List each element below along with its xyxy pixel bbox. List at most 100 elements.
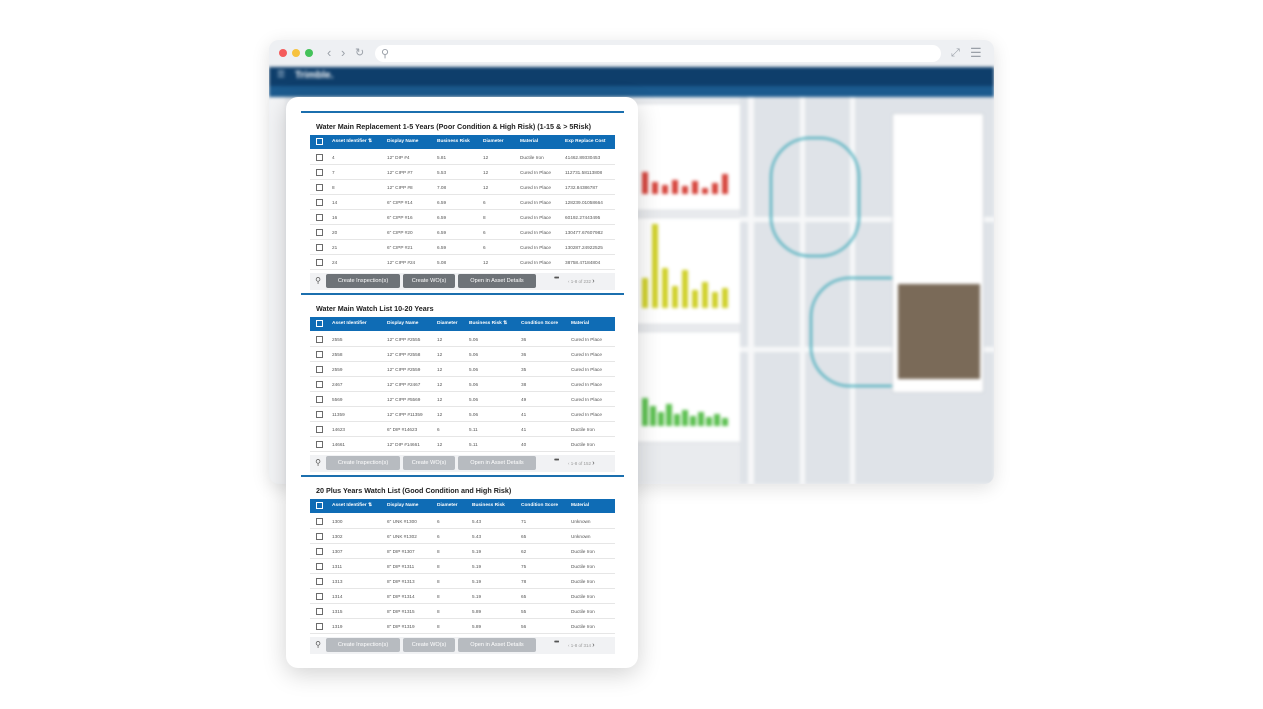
row-checkbox[interactable] — [316, 154, 323, 161]
reload-icon[interactable]: ↻ — [355, 45, 364, 61]
create-inspections-button[interactable]: Create Inspection(s) — [326, 456, 400, 470]
table-row[interactable]: 1300 6" UNK #1300 6 5.43 71 Unknown — [310, 514, 615, 529]
table-row[interactable]: 21 6" CIPP #21 6.59 6 Cured In Place 130287.2… — [310, 240, 615, 255]
row-checkbox[interactable] — [316, 259, 323, 266]
column-header-diameter[interactable]: Diameter — [483, 135, 504, 149]
menu-icon[interactable]: ☰ — [970, 45, 982, 61]
chevron-right-icon[interactable]: › — [592, 460, 594, 467]
open-in-asset-details-button[interactable]: Open in Asset Details — [458, 456, 536, 470]
search-icon[interactable]: ⚲ — [312, 275, 324, 287]
row-checkbox[interactable] — [316, 244, 323, 251]
expand-icon[interactable]: ⤢ — [951, 45, 960, 61]
column-header-exp-replace-cost[interactable]: Exp Replace Cost — [565, 135, 606, 149]
create-wos-button[interactable]: Create WO(s) — [403, 456, 455, 470]
table-row[interactable]: 16 6" CIPP #16 6.59 8 Cured In Place 60192.27… — [310, 210, 615, 225]
row-checkbox[interactable] — [316, 441, 323, 448]
hamburger-icon[interactable]: ☰ — [277, 69, 285, 80]
row-checkbox[interactable] — [316, 214, 323, 221]
table-row[interactable]: 1314 8" DIP #1314 8 5.19 65 Ductile Iron — [310, 589, 615, 604]
more-options-icon[interactable]: ••• — [554, 457, 559, 464]
row-checkbox[interactable] — [316, 381, 323, 388]
table-row[interactable]: 4 12" DIP #4 5.81 12 Ductile Iron 41462.89330… — [310, 150, 615, 165]
row-checkbox[interactable] — [316, 518, 323, 525]
forward-icon[interactable]: › — [341, 45, 345, 61]
table-row[interactable]: 8 12" CIPP #8 7.08 12 Cured In Place 1732.843… — [310, 180, 615, 195]
address-bar[interactable]: ⚲ — [375, 45, 941, 62]
column-header-display-name[interactable]: Display Name — [387, 135, 418, 149]
open-in-asset-details-button[interactable]: Open in Asset Details — [458, 274, 536, 288]
row-checkbox[interactable] — [316, 169, 323, 176]
create-wos-button[interactable]: Create WO(s) — [403, 638, 455, 652]
table-row[interactable]: 2559 12" CIPP #2559 12 5.06 35 Cured In Place — [310, 362, 615, 377]
table-row[interactable]: 2555 12" CIPP #2555 12 5.06 36 Cured In Place — [310, 332, 615, 347]
table-row[interactable]: 1319 8" DIP #1319 8 5.89 56 Ductile Iron — [310, 619, 615, 634]
table-row[interactable]: 14623 6" DIP #14623 6 5.11 41 Ductile Iron — [310, 422, 615, 437]
table-row[interactable]: 7 12" CIPP #7 5.53 12 Cured In Place 112731.5… — [310, 165, 615, 180]
column-header-condition-score[interactable]: Condition Score — [521, 499, 558, 513]
row-checkbox[interactable] — [316, 563, 323, 570]
row-checkbox[interactable] — [316, 366, 323, 373]
column-header-material[interactable]: Material — [520, 135, 538, 149]
table-row[interactable]: 24 12" CIPP #24 5.08 12 Cured In Place 38758.… — [310, 255, 615, 270]
table-row[interactable]: 1315 8" DIP #1315 8 5.89 55 Ductile Iron — [310, 604, 615, 619]
row-checkbox[interactable] — [316, 336, 323, 343]
column-header-display-name[interactable]: Display Name — [387, 499, 418, 513]
row-checkbox[interactable] — [316, 623, 323, 630]
chevron-left-icon[interactable]: ‹ — [568, 461, 570, 466]
search-icon[interactable]: ⚲ — [312, 457, 324, 469]
row-checkbox[interactable] — [316, 578, 323, 585]
table-row[interactable]: 11359 12" CIPP #11359 12 5.06 41 Cured In Pla… — [310, 407, 615, 422]
row-checkbox[interactable] — [316, 184, 323, 191]
row-checkbox[interactable] — [316, 351, 323, 358]
table-row[interactable]: 2467 12" CIPP #2467 12 5.06 38 Cured In Place — [310, 377, 615, 392]
row-checkbox[interactable] — [316, 533, 323, 540]
row-checkbox[interactable] — [316, 199, 323, 206]
column-header-material[interactable]: Material — [571, 499, 589, 513]
table-row[interactable]: 1302 6" UNK #1302 6 5.43 65 Unknown — [310, 529, 615, 544]
select-all-checkbox[interactable] — [316, 502, 323, 509]
column-header-asset-identifier[interactable]: Asset Identifier ⇅ — [332, 499, 372, 513]
table-row[interactable]: 20 6" CIPP #20 6.59 6 Cured In Place 130477.6… — [310, 225, 615, 240]
select-all-checkbox[interactable] — [316, 138, 323, 145]
table-row[interactable]: 1307 8" DIP #1307 8 5.19 62 Ductile Iron — [310, 544, 615, 559]
chevron-right-icon[interactable]: › — [592, 642, 594, 649]
row-checkbox[interactable] — [316, 396, 323, 403]
table-row[interactable]: 14 6" CIPP #14 6.59 6 Cured In Place 128239.0… — [310, 195, 615, 210]
row-checkbox[interactable] — [316, 411, 323, 418]
select-all-checkbox[interactable] — [316, 320, 323, 327]
column-header-business-risk[interactable]: Business Risk — [472, 499, 505, 513]
table-row[interactable]: 1313 8" DIP #1313 8 5.19 78 Ductile Iron — [310, 574, 615, 589]
column-header-diameter[interactable]: Diameter — [437, 499, 458, 513]
table-row[interactable]: 14661 12" DIP #14661 12 5.11 40 Ductile Iron — [310, 437, 615, 452]
column-header-condition-score[interactable]: Condition Score — [521, 317, 558, 331]
table-row[interactable]: 1311 8" DIP #1311 8 5.19 75 Ductile Iron — [310, 559, 615, 574]
column-header-asset-identifier[interactable]: Asset Identifier — [332, 317, 367, 331]
row-checkbox[interactable] — [316, 593, 323, 600]
create-inspections-button[interactable]: Create Inspection(s) — [326, 638, 400, 652]
chevron-left-icon[interactable]: ‹ — [568, 643, 570, 648]
close-window-button[interactable] — [279, 49, 287, 57]
chevron-left-icon[interactable]: ‹ — [568, 279, 570, 284]
column-header-asset-identifier[interactable]: Asset Identifier ⇅ — [332, 135, 372, 149]
create-inspections-button[interactable]: Create Inspection(s) — [326, 274, 400, 288]
minimize-window-button[interactable] — [292, 49, 300, 57]
map-view[interactable] — [740, 97, 994, 484]
column-header-material[interactable]: Material — [571, 317, 589, 331]
create-wos-button[interactable]: Create WO(s) — [403, 274, 455, 288]
row-checkbox[interactable] — [316, 548, 323, 555]
column-header-display-name[interactable]: Display Name — [387, 317, 418, 331]
back-icon[interactable]: ‹ — [327, 45, 331, 61]
column-header-business-risk[interactable]: Business Risk — [437, 135, 470, 149]
table-row[interactable]: 5569 12" CIPP #5569 12 5.06 49 Cured In Place — [310, 392, 615, 407]
chevron-right-icon[interactable]: › — [592, 278, 594, 285]
open-in-asset-details-button[interactable]: Open in Asset Details — [458, 638, 536, 652]
column-header-business-risk[interactable]: Business Risk ⇅ — [469, 317, 507, 331]
row-checkbox[interactable] — [316, 608, 323, 615]
more-options-icon[interactable]: ••• — [554, 639, 559, 646]
table-row[interactable]: 2558 12" CIPP #2558 12 5.06 36 Cured In Place — [310, 347, 615, 362]
column-header-diameter[interactable]: Diameter — [437, 317, 458, 331]
more-options-icon[interactable]: ••• — [554, 275, 559, 282]
row-checkbox[interactable] — [316, 426, 323, 433]
search-icon[interactable]: ⚲ — [312, 639, 324, 651]
row-checkbox[interactable] — [316, 229, 323, 236]
